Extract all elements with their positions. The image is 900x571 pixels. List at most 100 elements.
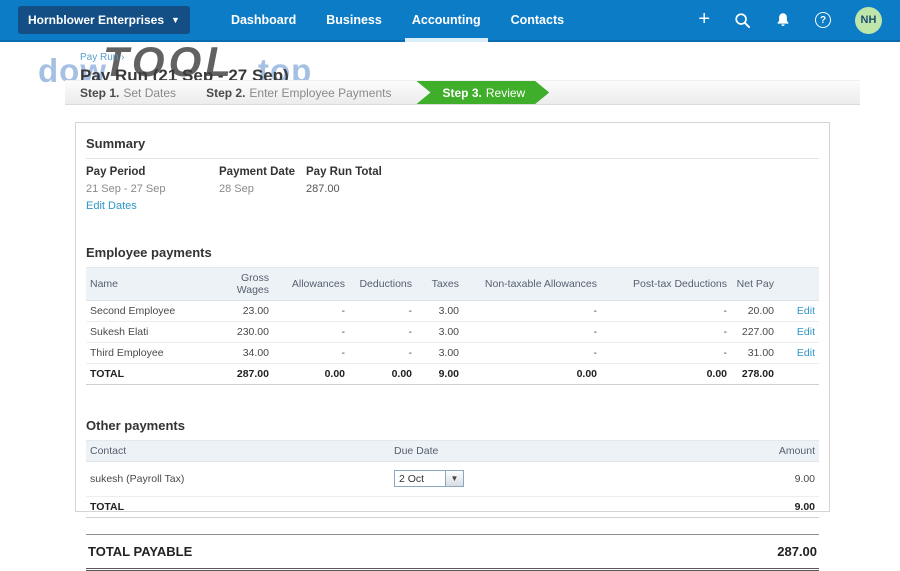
col-taxes: Taxes bbox=[416, 267, 463, 301]
total-label: TOTAL bbox=[86, 363, 221, 385]
nav-item-business[interactable]: Business bbox=[311, 0, 397, 40]
combo-dropdown-icon[interactable]: ▼ bbox=[446, 470, 464, 487]
step-1-set-dates[interactable]: Step 1. Set Dates bbox=[65, 81, 191, 104]
summary-fields: Pay Period 21 Sep - 27 Sep Edit Dates Pa… bbox=[86, 159, 819, 214]
allowances-value: - bbox=[273, 321, 349, 343]
org-switcher-button[interactable]: Hornblower Enterprises ▼ bbox=[18, 6, 190, 34]
other-payments-section: Other payments Contact Due Date Amount s… bbox=[86, 413, 819, 518]
step-wizard: Step 1. Set Dates Step 2. Enter Employee… bbox=[65, 80, 860, 105]
net-pay-value: 227.00 bbox=[731, 321, 778, 343]
summary-pay-run-total: Pay Run Total 287.00 bbox=[306, 166, 506, 214]
deductions-value: - bbox=[349, 321, 416, 343]
plus-glyph: + bbox=[698, 8, 710, 30]
user-avatar[interactable]: NH bbox=[855, 6, 882, 34]
top-navigation-bar: Hornblower Enterprises ▼ Dashboard Busin… bbox=[0, 0, 900, 42]
pay-run-review-card: Summary Pay Period 21 Sep - 27 Sep Edit … bbox=[75, 122, 830, 571]
step-1-label: Set Dates bbox=[123, 85, 177, 100]
col-amount: Amount bbox=[680, 440, 819, 462]
gross-wages-value: 34.00 bbox=[221, 342, 273, 364]
nav-right-icons: + ? NH bbox=[698, 6, 882, 34]
table-row: Sukesh Elati 230.00 - - 3.00 - - 227.00 … bbox=[86, 321, 819, 343]
notifications-bell-icon[interactable] bbox=[775, 12, 791, 28]
gross-wages-value: 230.00 bbox=[221, 321, 273, 343]
total-taxes: 9.00 bbox=[416, 363, 463, 385]
non-taxable-value: - bbox=[463, 342, 601, 364]
other-payments-heading: Other payments bbox=[86, 418, 185, 433]
bell-glyph bbox=[777, 13, 789, 26]
nav-item-dashboard[interactable]: Dashboard bbox=[216, 0, 311, 40]
total-gross: 287.00 bbox=[221, 363, 273, 385]
employee-payments-heading: Employee payments bbox=[86, 245, 212, 260]
search-glyph bbox=[735, 12, 751, 28]
step-2-enter-employee-payments[interactable]: Step 2. Enter Employee Payments bbox=[191, 81, 406, 104]
post-tax-value: - bbox=[601, 300, 731, 322]
employee-name: Second Employee bbox=[86, 300, 221, 322]
employee-name: Sukesh Elati bbox=[86, 321, 221, 343]
deductions-value: - bbox=[349, 300, 416, 322]
step-2-prefix: Step 2. bbox=[206, 85, 246, 100]
question-mark-glyph: ? bbox=[815, 12, 831, 28]
step-3-review-active[interactable]: Step 3. Review bbox=[417, 81, 550, 104]
step-1-prefix: Step 1. bbox=[80, 85, 120, 100]
allowances-value: - bbox=[273, 300, 349, 322]
edit-row-link[interactable]: Edit bbox=[797, 347, 815, 359]
other-payment-row: sukesh (Payroll Tax) 2 Oct ▼ 9.00 bbox=[86, 461, 819, 497]
org-name: Hornblower Enterprises bbox=[28, 13, 165, 27]
amount-value: 9.00 bbox=[680, 461, 819, 497]
total-deductions: 0.00 bbox=[349, 363, 416, 385]
pay-run-total-label: Pay Run Total bbox=[306, 166, 382, 178]
table-row: Second Employee 23.00 - - 3.00 - - 20.00… bbox=[86, 300, 819, 322]
nav-item-contacts[interactable]: Contacts bbox=[496, 0, 579, 40]
net-pay-value: 20.00 bbox=[731, 300, 778, 322]
edit-row-link[interactable]: Edit bbox=[797, 305, 815, 317]
total-non-taxable: 0.00 bbox=[463, 363, 601, 385]
col-non-taxable-allowances: Non-taxable Allowances bbox=[463, 267, 601, 301]
col-net-pay: Net Pay bbox=[731, 267, 778, 301]
table-row: Third Employee 34.00 - - 3.00 - - 31.00 … bbox=[86, 342, 819, 364]
nav-item-accounting[interactable]: Accounting bbox=[397, 0, 496, 42]
summary-payment-date: Payment Date 28 Sep bbox=[219, 166, 306, 214]
col-actions bbox=[778, 267, 819, 301]
col-name: Name bbox=[86, 267, 221, 301]
gross-wages-value: 23.00 bbox=[221, 300, 273, 322]
edit-row-link[interactable]: Edit bbox=[797, 326, 815, 338]
taxes-value: 3.00 bbox=[416, 300, 463, 322]
page-header: dow TOOL top Pay Run › Pay Run (21 Sep -… bbox=[0, 38, 900, 89]
breadcrumb[interactable]: Pay Run › bbox=[80, 52, 124, 63]
add-icon[interactable]: + bbox=[698, 8, 710, 30]
other-payments-table: Contact Due Date Amount sukesh (Payroll … bbox=[86, 440, 819, 518]
help-icon[interactable]: ? bbox=[815, 12, 831, 28]
deductions-value: - bbox=[349, 342, 416, 364]
col-deductions: Deductions bbox=[349, 267, 416, 301]
payment-date-label: Payment Date bbox=[219, 166, 296, 178]
due-date-select[interactable]: 2 Oct ▼ bbox=[394, 470, 464, 487]
search-icon[interactable] bbox=[734, 12, 751, 29]
employee-total-row: TOTAL 287.00 0.00 0.00 9.00 0.00 0.00 27… bbox=[86, 363, 819, 385]
employee-table-header-row: Name Gross Wages Allowances Deductions T… bbox=[86, 267, 819, 301]
pay-period-value: 21 Sep - 27 Sep bbox=[86, 183, 166, 195]
summary-heading: Summary bbox=[86, 131, 819, 159]
col-gross-wages: Gross Wages bbox=[221, 267, 273, 301]
step-3-prefix: Step 3. bbox=[442, 85, 482, 100]
total-label: TOTAL bbox=[86, 496, 390, 518]
summary-pay-period: Pay Period 21 Sep - 27 Sep Edit Dates bbox=[86, 166, 219, 214]
contact-name: sukesh (Payroll Tax) bbox=[86, 461, 390, 497]
payment-date-value: 28 Sep bbox=[219, 183, 254, 195]
other-total-row: TOTAL 9.00 bbox=[86, 496, 819, 518]
pay-run-total-value: 287.00 bbox=[306, 183, 340, 195]
total-post-tax: 0.00 bbox=[601, 363, 731, 385]
chevron-down-icon: ▼ bbox=[171, 14, 180, 25]
due-date-value: 2 Oct bbox=[394, 470, 446, 487]
taxes-value: 3.00 bbox=[416, 342, 463, 364]
employee-payments-section: Employee payments Name Gross Wages Allow… bbox=[86, 240, 819, 385]
net-pay-value: 31.00 bbox=[731, 342, 778, 364]
col-due-date: Due Date bbox=[390, 440, 680, 462]
taxes-value: 3.00 bbox=[416, 321, 463, 343]
employee-payments-table: Name Gross Wages Allowances Deductions T… bbox=[86, 267, 819, 385]
edit-dates-link[interactable]: Edit Dates bbox=[86, 200, 137, 212]
col-post-tax-deductions: Post-tax Deductions bbox=[601, 267, 731, 301]
total-payable-amount: 287.00 bbox=[777, 544, 817, 559]
other-table-header-row: Contact Due Date Amount bbox=[86, 440, 819, 462]
total-payable-row: TOTAL PAYABLE 287.00 bbox=[86, 534, 819, 571]
primary-nav: Dashboard Business Accounting Contacts bbox=[216, 0, 579, 42]
